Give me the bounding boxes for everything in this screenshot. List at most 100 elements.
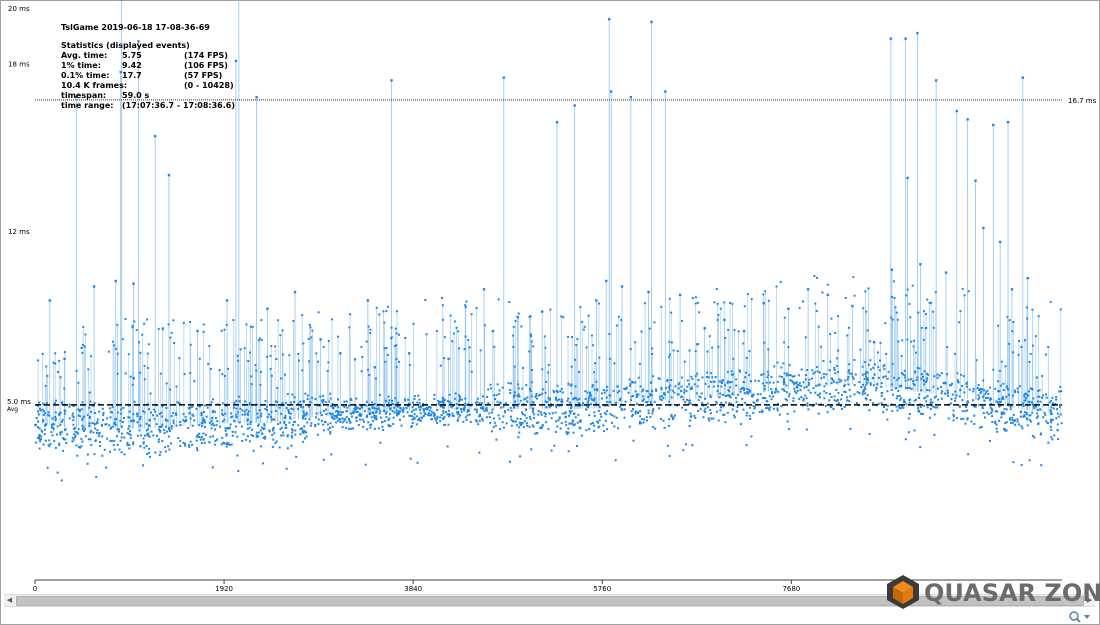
statistics-panel: TslGame 2019-06-18 17-08-36-69 Statistic… — [61, 23, 235, 111]
frame-point — [730, 370, 733, 373]
frame-point — [148, 419, 151, 422]
frame-point — [369, 426, 372, 429]
frame-point — [184, 415, 187, 418]
frame-point — [249, 420, 252, 423]
frame-point — [604, 419, 607, 422]
frame-point — [385, 416, 388, 419]
frame-point — [524, 397, 527, 400]
frame-point — [625, 386, 628, 389]
frame-point — [54, 417, 57, 420]
frame-point — [412, 409, 415, 412]
frame-point — [260, 338, 263, 341]
frame-point — [1025, 413, 1028, 416]
frame-point — [1049, 418, 1052, 421]
frame-point — [229, 423, 232, 426]
frame-point — [586, 391, 589, 394]
frame-point — [901, 339, 904, 342]
frame-point — [873, 363, 876, 366]
frame-point — [554, 430, 557, 433]
frame-point — [293, 400, 296, 403]
outlier-point — [513, 365, 516, 368]
frame-point — [722, 405, 725, 408]
frame-point — [572, 398, 575, 401]
x-tick-label: 3840 — [404, 585, 422, 593]
frame-point — [284, 416, 287, 419]
frame-point — [448, 393, 451, 396]
frame-point — [646, 401, 649, 404]
frame-point — [436, 417, 439, 420]
spike-point — [998, 240, 1002, 244]
frame-point — [777, 390, 780, 393]
frame-point — [379, 410, 382, 413]
frame-point — [978, 403, 981, 406]
frame-point — [133, 400, 136, 403]
frame-point — [556, 384, 559, 387]
frame-point — [407, 398, 410, 401]
frame-point — [926, 406, 929, 409]
frame-point — [639, 410, 642, 413]
outlier-point — [82, 325, 85, 328]
frame-point — [700, 392, 703, 395]
frame-point — [830, 395, 833, 398]
frame-point — [316, 433, 319, 436]
outlier-point — [169, 336, 172, 339]
frame-point — [233, 419, 236, 422]
frame-point — [593, 388, 596, 391]
frame-point — [840, 379, 843, 382]
outlier-point — [443, 357, 446, 360]
frame-point — [1016, 391, 1019, 394]
frame-point — [417, 406, 420, 409]
frame-point — [897, 390, 900, 393]
frame-point — [668, 455, 671, 458]
frame-point — [327, 361, 330, 364]
frame-point — [599, 413, 602, 416]
frame-point — [218, 425, 221, 428]
frame-point — [634, 381, 637, 384]
frame-point — [485, 416, 488, 419]
frame-point — [774, 387, 777, 390]
outlier-point — [375, 306, 378, 309]
statistics-row: 10.4 K frames: (0 - 10428) — [61, 81, 234, 91]
outlier-point — [182, 321, 185, 324]
frame-point — [550, 449, 553, 452]
frame-point — [286, 435, 289, 438]
frame-point — [495, 394, 498, 397]
frame-point — [226, 443, 229, 446]
frame-point — [60, 420, 63, 423]
frame-point — [238, 395, 241, 398]
frame-point — [93, 402, 96, 405]
frame-point — [612, 389, 615, 392]
frame-point — [790, 379, 793, 382]
frame-point — [377, 427, 380, 430]
frame-point — [93, 453, 96, 456]
frame-point — [290, 428, 293, 431]
frame-point — [569, 401, 572, 404]
frame-point — [709, 412, 712, 415]
frame-point — [728, 394, 731, 397]
scroll-left-arrow-icon[interactable]: ◀ — [4, 595, 15, 606]
frame-point — [837, 402, 840, 405]
frame-point — [136, 415, 139, 418]
zoom-magnifier-icon[interactable] — [1068, 610, 1092, 624]
frame-point — [260, 412, 263, 415]
frame-point — [184, 419, 187, 422]
frame-point — [985, 397, 988, 400]
outlier-point — [587, 314, 590, 317]
frame-point — [586, 401, 589, 404]
frame-point — [589, 403, 592, 406]
frame-point — [928, 389, 931, 392]
frame-point — [588, 395, 591, 398]
outlier-point — [259, 383, 262, 386]
frame-point — [200, 441, 203, 444]
outlier-point — [530, 340, 533, 343]
frame-point — [50, 424, 53, 427]
frame-point — [926, 377, 929, 380]
frame-point — [92, 431, 95, 434]
frame-point — [142, 464, 145, 467]
frame-point — [195, 435, 198, 438]
frame-point — [62, 438, 65, 441]
frame-point — [961, 410, 964, 413]
frame-point — [286, 447, 289, 450]
frame-point — [760, 373, 763, 376]
frame-point — [575, 397, 578, 400]
